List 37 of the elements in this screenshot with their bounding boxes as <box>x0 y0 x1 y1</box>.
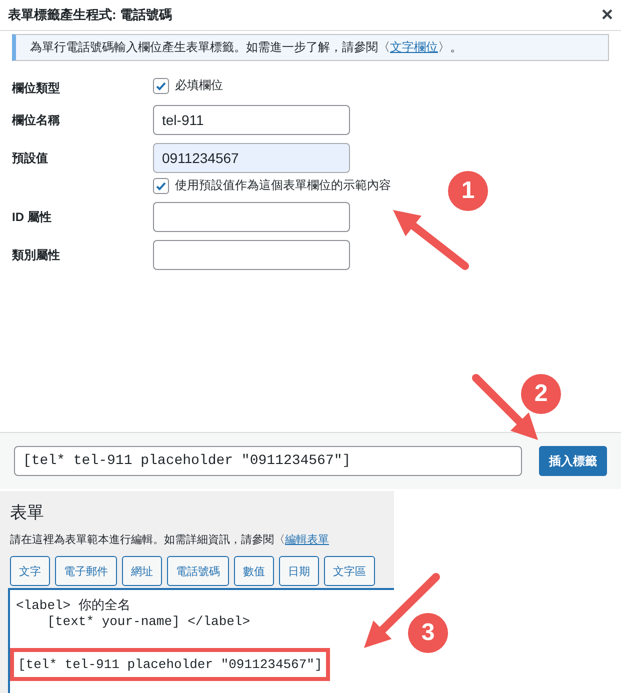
checkbox-label: 使用預設值作為這個表單欄位的示範內容 <box>175 177 391 194</box>
input-field[interactable] <box>153 202 350 232</box>
checkbox[interactable] <box>153 178 169 194</box>
field-label: ID 屬性 <box>12 209 52 226</box>
tag-button[interactable]: 電話號碼 <box>167 556 229 586</box>
tag-button[interactable]: 網址 <box>122 556 162 586</box>
description-link[interactable]: 編輯表單 <box>285 534 329 546</box>
field-label: 欄位類型 <box>12 80 61 97</box>
panel-description: 請在這裡為表單範本進行編輯。如需詳細資訊，請參閱〈編輯表單 <box>10 532 330 547</box>
code-editor[interactable]: <label> 你的全名 [text* your-name] </label> [tel* tel-911 placeholder "0911234567"] <box>8 588 394 693</box>
check-icon <box>155 180 167 192</box>
input-field[interactable]: tel-911 <box>153 105 350 135</box>
checkbox-label: 必填欄位 <box>175 77 223 94</box>
tag-button[interactable]: 電子郵件 <box>55 556 117 586</box>
notice-text: 為單行電話號碼輸入欄位產生表單標籤。如需進一步了解，請參閱〈文字欄位〉。 <box>30 39 462 56</box>
code-line: <label> 你的全名 <box>16 597 130 614</box>
step-badge: 3 <box>408 613 448 653</box>
notice-link[interactable]: 文字欄位 <box>390 40 438 54</box>
input-field[interactable] <box>153 240 350 270</box>
close-button[interactable]: × <box>601 5 613 25</box>
field-label: 預設值 <box>12 150 49 167</box>
checkbox[interactable] <box>153 78 169 94</box>
step-badge: 2 <box>521 374 561 414</box>
tag-button[interactable]: 文字 <box>10 556 50 586</box>
input-field[interactable]: 0911234567 <box>153 143 350 173</box>
tag-button[interactable]: 數值 <box>234 556 274 586</box>
panel-heading: 表單 <box>10 502 45 524</box>
tag-button[interactable]: 文字區 <box>324 556 375 586</box>
step-badge: 1 <box>448 171 488 211</box>
dialog-title: 表單標籤產生程式: 電話號碼 <box>8 6 172 24</box>
check-icon <box>155 80 167 92</box>
tag-button[interactable]: 日期 <box>279 556 319 586</box>
tag-field[interactable]: [tel* tel-911 placeholder "0911234567"] <box>14 446 522 476</box>
insert-tag-button[interactable]: 插入標籤 <box>539 446 607 476</box>
field-label: 欄位名稱 <box>12 112 61 129</box>
code-line: [text* your-name] </label> <box>46 614 250 631</box>
field-label: 類別屬性 <box>12 247 61 264</box>
